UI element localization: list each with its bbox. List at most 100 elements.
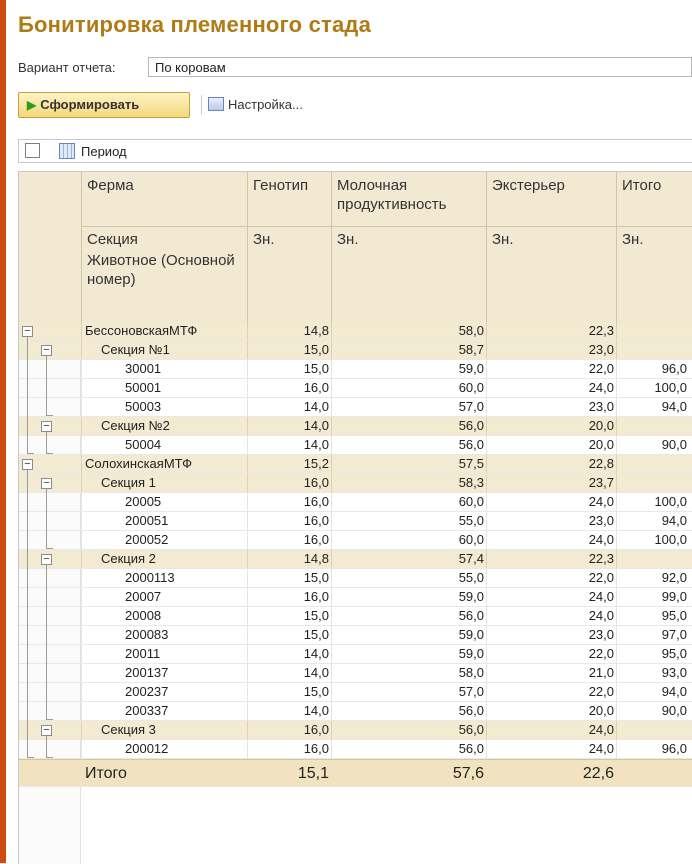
collapse-toggle-icon[interactable]: − [22,326,33,337]
header-divider [486,172,487,322]
settings-button[interactable]: Настройка... [208,92,303,118]
farm-group-row[interactable]: СолохинскаяМТФ 15,2 57,5 22,8 [19,455,692,474]
animal-row[interactable]: 200237 15,0 57,0 22,0 94,0 [19,683,692,702]
milk-cell: 57,0 [458,399,484,414]
section-group-row[interactable]: Секция 1 16,0 58,3 23,7 [19,474,692,493]
totals-label: Итого [85,765,127,782]
row-name-cell: 20007 [125,589,162,604]
section-group-row[interactable]: Секция 3 16,0 56,0 24,0 [19,721,692,740]
genotype-cell: 14,0 [303,665,329,680]
animal-row[interactable]: 20007 16,0 59,0 24,0 99,0 [19,588,692,607]
column-header-farm[interactable]: Ферма [83,174,247,197]
tree-connector-line [46,719,53,720]
row-name-cell: 200052 [125,532,169,547]
exterior-cell: 22,0 [588,684,614,699]
report-table[interactable]: Ферма Генотип Молочная продуктивность Эк… [18,171,692,864]
animal-row[interactable]: 20011 14,0 59,0 22,0 95,0 [19,645,692,664]
animal-row[interactable]: 30001 15,0 59,0 22,0 96,0 [19,360,692,379]
tree-connector-line [46,757,53,758]
animal-row[interactable]: 20005 16,0 60,0 24,0 100,0 [19,493,692,512]
section-group-row[interactable]: Секция 2 14,8 57,4 22,3 [19,550,692,569]
exterior-cell: 23,0 [588,627,614,642]
row-name-cell: СолохинскаяМТФ [85,456,193,471]
animal-row[interactable]: 50004 14,0 56,0 20,0 90,0 [19,436,692,455]
column-header-milk[interactable]: Молочная продуктивность [333,174,486,216]
collapse-toggle-icon[interactable]: − [41,554,52,565]
section-group-row[interactable]: Секция №2 14,0 56,0 20,0 [19,417,692,436]
genotype-cell: 14,0 [303,703,329,718]
column-header-genotype[interactable]: Генотип [249,174,331,197]
exterior-cell: 23,0 [588,399,614,414]
animal-row[interactable]: 2000113 15,0 55,0 22,0 92,0 [19,569,692,588]
exterior-cell: 24,0 [588,722,614,737]
row-name-cell: Секция №2 [101,418,170,433]
header-divider [81,172,82,322]
animal-row[interactable]: 20008 15,0 56,0 24,0 95,0 [19,607,692,626]
filter-bar: Период [18,139,692,163]
tree-connector-line [46,453,53,454]
left-accent-bar [0,0,6,863]
generate-button[interactable]: ▶ Сформировать [18,92,190,118]
tree-connector-line [27,470,28,757]
totals-row[interactable]: Итого 15,1 57,6 22,6 [19,759,692,787]
tree-connector-line [46,548,53,549]
collapse-toggle-icon[interactable]: − [41,725,52,736]
row-name-cell: Секция 2 [101,551,156,566]
genotype-cell: 14,8 [303,323,329,338]
column-header-total[interactable]: Итого [618,174,692,197]
milk-cell: 56,0 [458,608,484,623]
animal-row[interactable]: 50001 16,0 60,0 24,0 100,0 [19,379,692,398]
exterior-cell: 24,0 [588,741,614,756]
row-name-cell: 50001 [125,380,162,395]
milk-cell: 60,0 [458,380,484,395]
animal-row[interactable]: 50003 14,0 57,0 23,0 94,0 [19,398,692,417]
total-cell [616,550,692,568]
row-name-cell: 50003 [125,399,162,414]
animal-row[interactable]: 200012 16,0 56,0 24,0 96,0 [19,740,692,759]
exterior-cell: 24,0 [588,494,614,509]
genotype-cell: 16,0 [303,589,329,604]
total-cell: 100,0 [654,494,687,509]
column-header-animal[interactable]: Животное (Основной номер) [83,249,247,291]
page-title: Бонитировка племенного стада [18,12,372,37]
total-cell: 94,0 [661,399,687,414]
exterior-cell: 23,7 [588,475,614,490]
milk-cell: 57,0 [458,684,484,699]
animal-row[interactable]: 200083 15,0 59,0 23,0 97,0 [19,626,692,645]
tree-connector-line [27,337,28,453]
period-checkbox[interactable] [25,143,40,158]
tree-connector-line [46,415,53,416]
row-name-cell: 200137 [125,665,169,680]
exterior-cell: 24,0 [588,589,614,604]
genotype-cell: 16,0 [303,475,329,490]
collapse-toggle-icon[interactable]: − [22,459,33,470]
total-cell: 100,0 [654,380,687,395]
animal-row[interactable]: 200052 16,0 60,0 24,0 100,0 [19,531,692,550]
report-variant-select[interactable]: По коровам [148,57,692,77]
tree-connector-line [46,432,47,453]
exterior-cell: 23,0 [588,342,614,357]
section-group-row[interactable]: Секция №1 15,0 58,7 23,0 [19,341,692,360]
column-header-exterior[interactable]: Экстерьер [488,174,616,197]
animal-row[interactable]: 200337 14,0 56,0 20,0 90,0 [19,702,692,721]
total-cell: 90,0 [661,437,687,452]
calendar-icon[interactable] [59,143,75,159]
exterior-cell: 20,0 [588,703,614,718]
row-name-cell: 2000113 [125,570,175,585]
generate-button-label: Сформировать [40,97,140,112]
table-header: Ферма Генотип Молочная продуктивность Эк… [19,172,692,322]
collapse-toggle-icon[interactable]: − [41,478,52,489]
genotype-cell: 15,0 [303,570,329,585]
column-header-section[interactable]: Секция [83,228,247,251]
report-variant-label: Вариант отчета: [18,60,116,75]
exterior-cell: 24,0 [588,380,614,395]
total-cell: 96,0 [661,741,687,756]
collapse-toggle-icon[interactable]: − [41,345,52,356]
farm-group-row[interactable]: БессоновскаяМТФ 14,8 58,0 22,3 [19,322,692,341]
genotype-cell: 16,0 [303,380,329,395]
animal-row[interactable]: 200051 16,0 55,0 23,0 94,0 [19,512,692,531]
total-cell: 96,0 [661,361,687,376]
animal-row[interactable]: 200137 14,0 58,0 21,0 93,0 [19,664,692,683]
exterior-cell: 22,0 [588,570,614,585]
collapse-toggle-icon[interactable]: − [41,421,52,432]
